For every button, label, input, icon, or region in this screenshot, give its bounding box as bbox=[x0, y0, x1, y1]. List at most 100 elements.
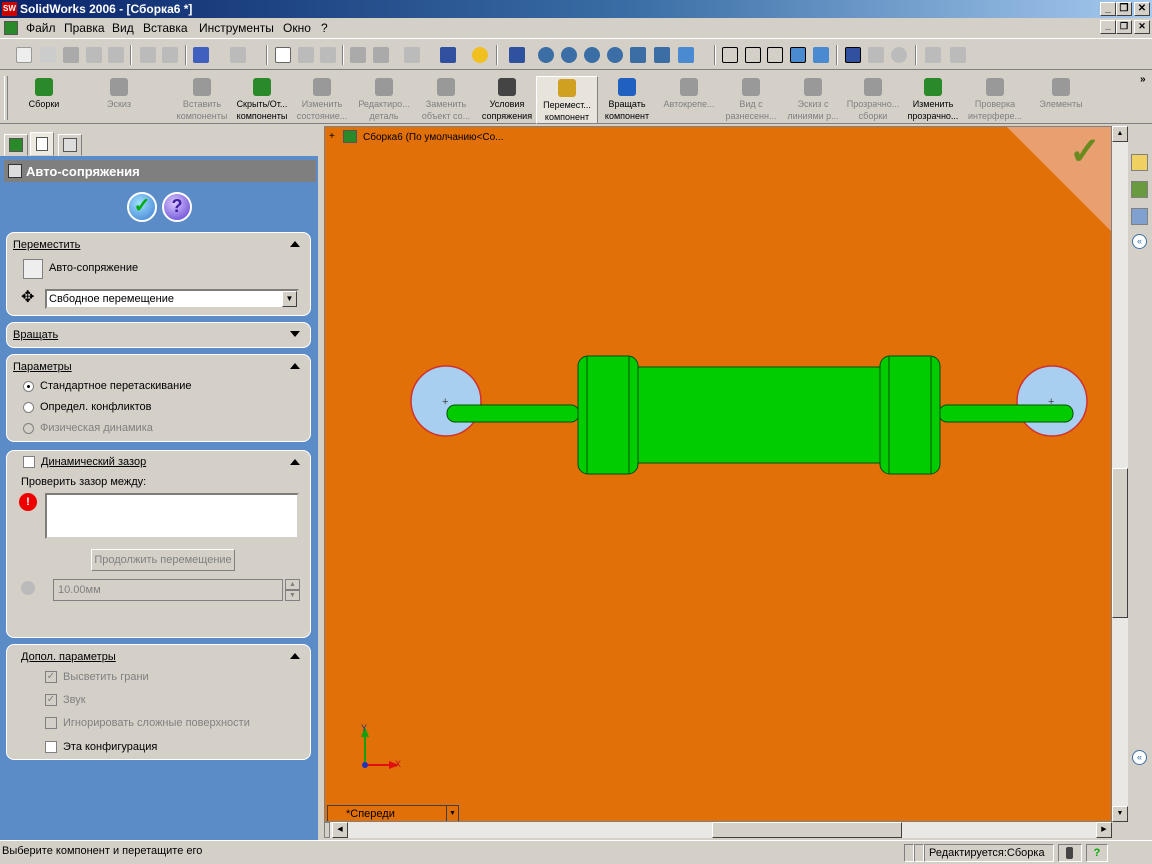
hidden-lines-removed-icon[interactable] bbox=[767, 47, 783, 63]
rotate-view-icon[interactable] bbox=[630, 47, 646, 63]
pan-icon[interactable] bbox=[654, 47, 670, 63]
home-icon[interactable] bbox=[1131, 154, 1148, 171]
expand-arrow-icon[interactable] bbox=[290, 331, 300, 337]
rotate-group-header[interactable]: Вращать bbox=[13, 329, 58, 341]
save-icon[interactable] bbox=[63, 47, 79, 63]
copy-icon[interactable] bbox=[162, 47, 178, 63]
dynamic-clearance-checkbox[interactable] bbox=[23, 456, 35, 468]
collapse-pane-bottom-icon[interactable]: « bbox=[1132, 750, 1147, 765]
menu-tools[interactable]: Инструменты bbox=[199, 21, 274, 35]
cut-icon[interactable] bbox=[140, 47, 156, 63]
help-button[interactable]: ? bbox=[162, 192, 192, 222]
quick-tips-icon[interactable]: ? bbox=[1086, 844, 1108, 862]
section-view-icon[interactable] bbox=[868, 47, 884, 63]
measure-icon[interactable] bbox=[404, 47, 420, 63]
undo-icon[interactable] bbox=[193, 47, 209, 63]
cm-item-label: Изменить прозрачно... bbox=[907, 99, 959, 121]
clearance-selection-box[interactable] bbox=[45, 493, 299, 539]
menu-view[interactable]: Вид bbox=[112, 21, 134, 35]
minimize-icon[interactable]: _ bbox=[1100, 2, 1116, 16]
graphics-viewport[interactable]: + Сборка6 (По умолчанию<Со... ✓ + + Y X … bbox=[324, 126, 1112, 822]
vertical-scrollbar[interactable]: ▲ ▼ bbox=[1112, 126, 1128, 822]
temp-axes-icon[interactable] bbox=[925, 47, 941, 63]
search-icon[interactable] bbox=[1131, 208, 1148, 225]
move-mode-select[interactable]: Свбодное перемещение ▼ bbox=[45, 289, 299, 309]
zoom-area-icon[interactable] bbox=[561, 47, 577, 63]
shaded-icon[interactable] bbox=[813, 47, 829, 63]
doc-minimize-icon[interactable]: _ bbox=[1100, 20, 1116, 34]
toolbar-handle[interactable] bbox=[4, 76, 8, 120]
realview-icon[interactable] bbox=[891, 47, 907, 63]
toolbar-overflow-icon[interactable]: » bbox=[1140, 74, 1146, 85]
cm-item-8-icon bbox=[558, 79, 576, 97]
tab-configuration-manager[interactable] bbox=[58, 134, 82, 156]
scroll-right-icon[interactable]: ▶ bbox=[1096, 822, 1112, 838]
shadow-icon[interactable] bbox=[845, 47, 861, 63]
menu-file[interactable]: Файл bbox=[26, 21, 56, 35]
redo-icon[interactable] bbox=[230, 47, 246, 63]
cm-item-14[interactable]: Изменить прозрачно... bbox=[902, 76, 964, 124]
collapse-arrow-icon[interactable] bbox=[290, 241, 300, 247]
cm-item-8[interactable]: Перемест... компонент bbox=[536, 76, 598, 124]
move-group-header[interactable]: Переместить bbox=[13, 239, 80, 251]
shaded-edges-icon[interactable] bbox=[790, 47, 806, 63]
ok-button[interactable]: ✓ bbox=[127, 192, 157, 222]
close-icon[interactable]: ✕ bbox=[1134, 2, 1150, 16]
print-icon[interactable] bbox=[86, 47, 102, 63]
advanced-group-header[interactable]: Допол. параметры bbox=[21, 651, 116, 663]
rebuild-icon[interactable] bbox=[320, 47, 336, 63]
collapse-arrow-icon[interactable] bbox=[290, 363, 300, 369]
cm-item-0[interactable]: Сборки bbox=[14, 76, 74, 124]
menu-edit[interactable]: Правка bbox=[64, 21, 105, 35]
print-preview-icon[interactable] bbox=[108, 47, 124, 63]
auto-mate-icon[interactable] bbox=[23, 259, 43, 279]
horizontal-scrollbar[interactable]: ◀ ▶ bbox=[324, 822, 1112, 838]
collapse-arrow-icon[interactable] bbox=[290, 459, 300, 465]
chevron-down-icon[interactable]: ▼ bbox=[282, 291, 297, 307]
select-icon[interactable] bbox=[275, 47, 291, 63]
options-group-header[interactable]: Параметры bbox=[13, 361, 72, 373]
resistor-model[interactable]: + + bbox=[325, 127, 1112, 822]
split-handle[interactable] bbox=[324, 822, 330, 838]
doc-restore-icon[interactable]: ❐ bbox=[1116, 20, 1132, 34]
doc-close-icon[interactable]: ✕ bbox=[1134, 20, 1150, 34]
chevron-down-icon[interactable]: ▼ bbox=[446, 806, 458, 821]
restore-icon[interactable]: ❐ bbox=[1116, 2, 1132, 16]
scroll-left-icon[interactable]: ◀ bbox=[332, 822, 348, 838]
library-icon[interactable] bbox=[1131, 181, 1148, 198]
menu-insert[interactable]: Вставка bbox=[143, 21, 188, 35]
tab-feature-manager[interactable] bbox=[4, 134, 28, 156]
collapse-arrow-icon[interactable] bbox=[290, 653, 300, 659]
wireframe-icon[interactable] bbox=[722, 47, 738, 63]
scroll-thumb[interactable] bbox=[1112, 468, 1128, 618]
zoom-inout-icon[interactable] bbox=[584, 47, 600, 63]
tab-property-manager[interactable] bbox=[30, 132, 54, 156]
horizontal-scroll-thumb[interactable] bbox=[712, 822, 902, 838]
collapse-pane-icon[interactable]: « bbox=[1132, 234, 1147, 249]
sketch-icon[interactable] bbox=[298, 47, 314, 63]
scroll-up-icon[interactable]: ▲ bbox=[1112, 126, 1128, 142]
whats-wrong-icon[interactable] bbox=[472, 47, 488, 63]
cm-item-9[interactable]: Вращать компонент bbox=[596, 76, 658, 124]
new-icon[interactable] bbox=[16, 47, 32, 63]
planes-icon[interactable] bbox=[950, 47, 966, 63]
hidden-lines-visible-icon[interactable] bbox=[745, 47, 761, 63]
filter-icon[interactable] bbox=[440, 47, 456, 63]
standard-views-icon[interactable] bbox=[678, 47, 694, 63]
standard-drag-radio[interactable] bbox=[23, 381, 34, 392]
menu-window[interactable]: Окно bbox=[283, 21, 311, 35]
zoom-selection-icon[interactable] bbox=[607, 47, 623, 63]
cm-item-7[interactable]: Условия сопряжения bbox=[476, 76, 538, 124]
table-icon[interactable] bbox=[373, 47, 389, 63]
this-config-checkbox[interactable] bbox=[45, 741, 57, 753]
view-name-box[interactable]: *Спереди ▼ bbox=[327, 805, 459, 821]
open-icon[interactable] bbox=[40, 47, 56, 63]
grid-icon[interactable] bbox=[350, 47, 366, 63]
zoom-fit-icon[interactable] bbox=[538, 47, 554, 63]
cm-item-3[interactable]: Скрыть/От... компоненты bbox=[231, 76, 293, 124]
menu-help[interactable]: ? bbox=[321, 21, 328, 35]
view-orient-icon[interactable] bbox=[509, 47, 525, 63]
collision-detection-radio[interactable] bbox=[23, 402, 34, 413]
rebuild-status-icon[interactable] bbox=[1058, 844, 1082, 862]
scroll-down-icon[interactable]: ▼ bbox=[1112, 806, 1128, 822]
